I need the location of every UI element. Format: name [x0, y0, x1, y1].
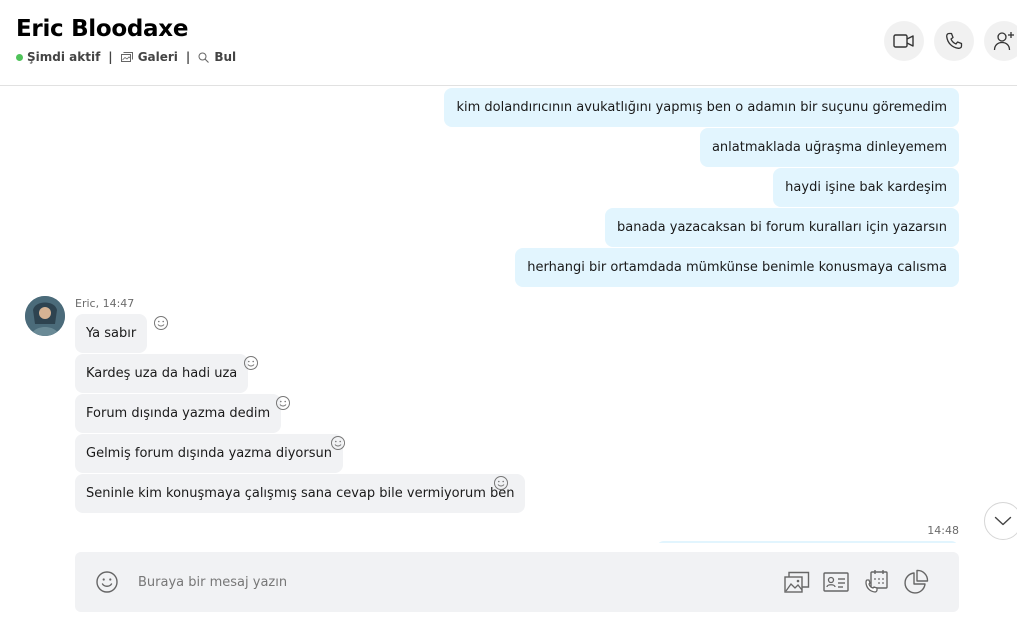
contact-name[interactable]: Eric Bloodaxe — [16, 16, 188, 42]
smiley-icon[interactable] — [95, 570, 119, 594]
search-icon — [198, 52, 210, 63]
gallery-label: Galeri — [137, 50, 178, 64]
separator: | — [185, 50, 191, 64]
scroll-to-bottom-button[interactable] — [984, 502, 1017, 540]
message-composer — [75, 552, 959, 612]
avatar[interactable] — [25, 296, 65, 336]
send-media-button[interactable] — [784, 569, 810, 595]
incoming-message[interactable]: Kardeş uza da hadi uza — [75, 354, 249, 393]
message-list[interactable]: kim dolandırıcının avukatlığını yapmış b… — [0, 86, 1017, 543]
smiley-icon[interactable] — [153, 315, 169, 331]
audio-call-button[interactable] — [934, 21, 974, 61]
message-input[interactable] — [138, 572, 738, 592]
outgoing-message[interactable]: kim dolandırıcının avukatlığını yapmış b… — [444, 88, 959, 127]
incoming-message[interactable]: Forum dışında yazma dedim — [75, 394, 282, 433]
outgoing-message[interactable]: herhangi bir ortamdada mümkünse benimle … — [515, 248, 959, 287]
incoming-message[interactable]: Seninle kim konuşmaya çalışmış sana ceva… — [75, 474, 526, 513]
smiley-icon[interactable] — [275, 395, 291, 411]
online-status-dot — [16, 53, 23, 61]
message-timestamp: 14:48 — [927, 524, 959, 537]
create-poll-button[interactable] — [903, 569, 929, 595]
outgoing-message[interactable]: haydi işine bak kardeşim — [773, 168, 959, 207]
separator: | — [108, 50, 113, 64]
outgoing-message[interactable]: anlatmaklada uğraşma dinleyemem — [699, 128, 959, 167]
smiley-icon[interactable] — [493, 475, 509, 491]
outgoing-message-partial[interactable] — [656, 541, 959, 543]
find-link[interactable]: Bul — [198, 50, 236, 64]
poll-icon — [904, 569, 929, 594]
gallery-icon — [120, 52, 133, 62]
gallery-link[interactable]: Galeri — [120, 50, 178, 64]
outgoing-message[interactable]: banada yazacaksan bi forum kuralları içi… — [604, 208, 959, 247]
add-person-icon — [993, 32, 1014, 51]
find-label: Bul — [214, 50, 237, 64]
smiley-icon[interactable] — [243, 355, 259, 371]
presence-status: Şimdi aktif — [27, 50, 101, 64]
header-subline: Şimdi aktif | Galeri | Bul — [16, 50, 236, 64]
schedule-call-icon — [865, 570, 888, 593]
incoming-message[interactable]: Ya sabır — [75, 314, 148, 353]
media-icon — [784, 571, 810, 593]
chevron-down-icon — [994, 516, 1012, 526]
send-contact-button[interactable] — [823, 569, 849, 595]
video-call-button[interactable] — [884, 21, 924, 61]
add-participant-button[interactable] — [984, 21, 1017, 61]
schedule-call-button[interactable] — [864, 569, 890, 595]
incoming-message[interactable]: Gelmiş forum dışında yazma diyorsun — [75, 434, 343, 473]
chat-header: Eric Bloodaxe Şimdi aktif | Galeri | Bul — [0, 0, 1017, 86]
smiley-icon[interactable] — [330, 435, 346, 451]
sender-meta: Eric, 14:47 — [75, 297, 135, 310]
phone-icon — [946, 32, 963, 49]
contact-card-icon — [823, 572, 849, 592]
video-call-icon — [893, 34, 914, 48]
